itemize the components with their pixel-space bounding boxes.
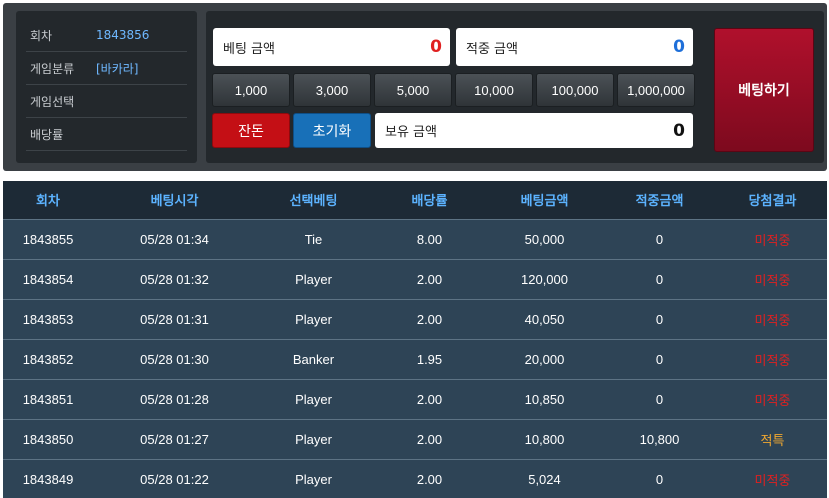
cell-round: 1843854	[22, 271, 74, 287]
cell-time: 05/28 01:27	[140, 431, 209, 447]
cell-win: 0	[655, 351, 664, 367]
cell-time: 05/28 01:32	[140, 271, 209, 287]
cell-round: 1843853	[22, 311, 74, 327]
round-info-panel: 회차 1843856 게임분류 [바카라] 게임선택 배당률	[16, 11, 197, 163]
cell-result: 미적중	[754, 472, 791, 488]
cell-round: 1843855	[22, 231, 74, 247]
chip-1000000-button[interactable]: 1,000,000	[617, 73, 695, 107]
cell-round: 1843852	[22, 351, 74, 367]
cell-pick: Player	[295, 271, 332, 287]
cell-odds: 1.95	[416, 351, 443, 367]
balance-value: 0	[673, 120, 685, 141]
cell-win: 0	[655, 311, 664, 327]
table-row: 1843852 05/28 01:30 Banker 1.95 20,000 0…	[3, 339, 827, 379]
top-panel: 회차 1843856 게임분류 [바카라] 게임선택 배당률 베팅 금액 0 적…	[3, 3, 827, 171]
cell-win: 0	[655, 271, 664, 287]
info-row-game-selection: 게임선택	[26, 85, 187, 118]
cell-pick: Player	[295, 471, 332, 487]
column-header-bet-time: 베팅시각	[150, 194, 199, 210]
info-value: 1843856	[96, 28, 150, 42]
column-header-bet-amount: 베팅금액	[520, 194, 569, 210]
column-header-round: 회차	[36, 194, 60, 210]
cell-result: 미적중	[754, 392, 791, 408]
table-row: 1843855 05/28 01:34 Tie 8.00 50,000 0 미적…	[3, 219, 827, 259]
cell-win: 0	[655, 231, 664, 247]
bet-panel: 베팅 금액 0 적중 금액 0 1,000 3,000 5,000 10,000…	[206, 11, 824, 163]
cell-bet: 40,050	[524, 311, 565, 327]
cell-pick: Banker	[292, 351, 335, 367]
cell-round: 1843851	[22, 391, 74, 407]
cell-bet: 10,800	[524, 431, 565, 447]
cell-time: 05/28 01:31	[140, 311, 209, 327]
cell-result: 미적중	[754, 232, 791, 248]
chip-3000-button[interactable]: 3,000	[293, 73, 371, 107]
info-row-game-category: 게임분류 [바카라]	[26, 52, 187, 85]
cell-time: 05/28 01:34	[140, 231, 209, 247]
column-header-result: 당첨결과	[748, 194, 797, 210]
table-row: 1843854 05/28 01:32 Player 2.00 120,000 …	[3, 259, 827, 299]
balance-field: 보유 금액 0	[375, 113, 693, 148]
column-header-pick: 선택베팅	[289, 194, 338, 210]
cell-win: 0	[655, 391, 664, 407]
cell-result: 적특	[760, 432, 785, 448]
table-header-row: 회차 베팅시각 선택베팅 배당률 베팅금액 적중금액 당첨결과	[3, 181, 827, 219]
column-header-win-amount: 적중금액	[635, 194, 684, 210]
table-row: 1843853 05/28 01:31 Player 2.00 40,050 0…	[3, 299, 827, 339]
cell-time: 05/28 01:28	[140, 391, 209, 407]
cell-pick: Player	[295, 431, 332, 447]
cell-time: 05/28 01:22	[140, 471, 209, 487]
cell-pick: Player	[295, 391, 332, 407]
info-label: 회차	[30, 28, 53, 43]
change-button[interactable]: 잔돈	[212, 113, 290, 148]
cell-odds: 8.00	[416, 231, 443, 247]
chip-100000-button[interactable]: 100,000	[536, 73, 614, 107]
bet-amount-value: 0	[430, 37, 442, 57]
cell-bet: 10,850	[524, 391, 565, 407]
info-row-odds: 배당률	[26, 118, 187, 151]
info-label: 게임분류	[30, 61, 75, 76]
info-label: 배당률	[30, 127, 64, 142]
cell-result: 미적중	[754, 352, 791, 368]
chip-10000-button[interactable]: 10,000	[455, 73, 533, 107]
cell-win: 0	[655, 471, 664, 487]
cell-pick: Player	[295, 311, 332, 327]
cell-bet: 120,000	[521, 271, 568, 287]
info-label: 게임선택	[30, 94, 75, 109]
cell-time: 05/28 01:30	[140, 351, 209, 367]
cell-odds: 2.00	[416, 471, 443, 487]
win-amount-value: 0	[673, 37, 685, 57]
win-amount-label: 적중 금액	[466, 41, 518, 57]
cell-pick: Tie	[304, 231, 323, 247]
bet-history-table: 회차 베팅시각 선택베팅 배당률 베팅금액 적중금액 당첨결과 1843855 …	[3, 181, 827, 498]
cell-round: 1843849	[22, 471, 74, 487]
info-value: [바카라]	[96, 61, 139, 76]
cell-round: 1843850	[22, 431, 74, 447]
place-bet-button[interactable]: 베팅하기	[714, 28, 814, 152]
chip-1000-button[interactable]: 1,000	[212, 73, 290, 107]
column-header-odds: 배당률	[411, 194, 448, 210]
cell-result: 미적중	[754, 312, 791, 328]
win-amount-field: 적중 금액 0	[456, 28, 693, 66]
table-row: 1843850 05/28 01:27 Player 2.00 10,800 1…	[3, 419, 827, 459]
balance-label: 보유 금액	[385, 125, 437, 140]
cell-bet: 20,000	[524, 351, 565, 367]
bet-amount-label: 베팅 금액	[223, 41, 275, 57]
cell-odds: 2.00	[416, 311, 443, 327]
bet-amount-field: 베팅 금액 0	[213, 28, 450, 66]
table-row: 1843849 05/28 01:22 Player 2.00 5,024 0 …	[3, 459, 827, 498]
chip-5000-button[interactable]: 5,000	[374, 73, 452, 107]
cell-win: 10,800	[639, 431, 680, 447]
cell-odds: 2.00	[416, 391, 443, 407]
reset-button[interactable]: 초기화	[293, 113, 371, 148]
cell-odds: 2.00	[416, 271, 443, 287]
info-row-round: 회차 1843856	[26, 19, 187, 52]
cell-odds: 2.00	[416, 431, 443, 447]
cell-bet: 5,024	[528, 471, 561, 487]
cell-bet: 50,000	[524, 231, 565, 247]
table-row: 1843851 05/28 01:28 Player 2.00 10,850 0…	[3, 379, 827, 419]
cell-result: 미적중	[754, 272, 791, 288]
